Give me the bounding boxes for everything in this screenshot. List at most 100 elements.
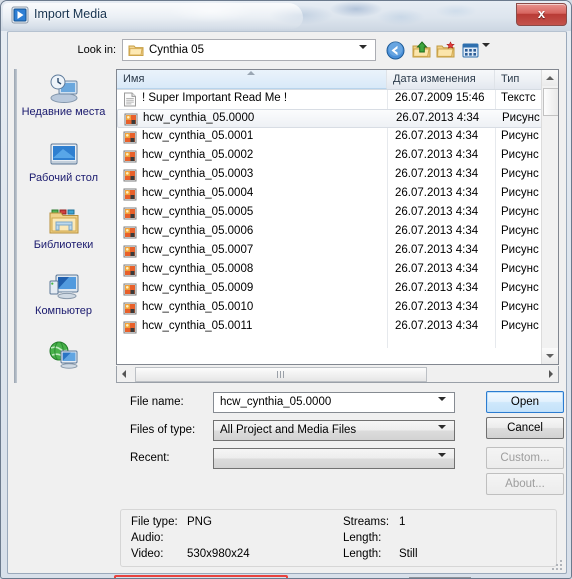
scroll-down-button[interactable] <box>542 348 558 364</box>
image-file-icon <box>123 206 137 221</box>
cancel-button[interactable]: Cancel <box>486 417 564 439</box>
file-name-value: hcw_cynthia_05.0000 <box>220 396 332 408</box>
info-length-video-value: Still <box>399 548 418 560</box>
file-type: Рисунс <box>501 263 539 275</box>
custom-button[interactable]: Custom... <box>486 447 564 469</box>
table-row[interactable]: hcw_cynthia_05.0004 26.07.2013 4:34 Рису… <box>117 185 543 204</box>
info-video-label: Video: <box>131 548 164 560</box>
image-file-icon <box>123 244 137 259</box>
table-row[interactable]: hcw_cynthia_05.0002 26.07.2013 4:34 Рису… <box>117 147 543 166</box>
close-button[interactable]: x <box>516 3 567 26</box>
table-row[interactable]: hcw_cynthia_05.0009 26.07.2013 4:34 Рису… <box>117 280 543 299</box>
sidebar-item-label: Библиотеки <box>33 239 94 251</box>
image-file-icon <box>123 225 137 240</box>
file-name: ! Super Important Read Me ! <box>142 92 288 104</box>
recent-places-icon <box>47 73 81 105</box>
file-type: Рисунс <box>501 282 539 294</box>
sidebar-item-computer[interactable]: Компьютер <box>17 272 110 318</box>
info-length-audio-label: Length: <box>343 532 382 544</box>
file-type: Рисунс <box>501 149 539 161</box>
file-list-rows: ! Super Important Read Me ! 26.07.2009 1… <box>117 90 543 348</box>
info-streams-value: 1 <box>399 516 406 528</box>
info-length-video-label: Length: <box>343 548 382 560</box>
file-date: 26.07.2013 4:34 <box>395 168 479 180</box>
column-header-type[interactable]: Тип <box>495 70 543 89</box>
up-one-level-button[interactable] <box>412 41 431 60</box>
file-date: 26.07.2013 4:34 <box>395 149 479 161</box>
file-date: 26.07.2013 4:34 <box>395 320 479 332</box>
image-file-icon <box>123 301 137 316</box>
scroll-left-button[interactable] <box>117 366 133 381</box>
table-row[interactable]: hcw_cynthia_05.0008 26.07.2013 4:34 Рису… <box>117 261 543 280</box>
views-grid-icon[interactable] <box>461 41 480 60</box>
files-of-type-label: Files of type: <box>130 424 196 436</box>
about-button[interactable]: About... <box>486 473 564 495</box>
file-list-vertical-scrollbar[interactable] <box>541 70 558 364</box>
sidebar-item-label: Компьютер <box>35 305 92 317</box>
open-button[interactable]: Open <box>486 391 564 413</box>
chevron-down-icon[interactable] <box>438 453 446 469</box>
column-header-name[interactable]: Имя <box>117 70 387 89</box>
table-row[interactable]: hcw_cynthia_05.0007 26.07.2013 4:34 Рису… <box>117 242 543 261</box>
file-name: hcw_cynthia_05.0008 <box>142 263 254 275</box>
file-name: hcw_cynthia_05.0002 <box>142 149 254 161</box>
file-name: hcw_cynthia_05.0001 <box>142 130 254 142</box>
table-row[interactable]: hcw_cynthia_05.0011 26.07.2013 4:34 Рису… <box>117 318 543 337</box>
table-row[interactable]: ! Super Important Read Me ! 26.07.2009 1… <box>117 90 543 109</box>
title-bar: Import Media x <box>1 1 571 31</box>
column-header-date[interactable]: Дата изменения <box>387 70 495 89</box>
vertical-scroll-thumb[interactable] <box>543 88 558 116</box>
text-file-icon <box>123 92 137 107</box>
file-name-input[interactable]: hcw_cynthia_05.0000 <box>213 392 455 413</box>
file-type: Рисунс <box>501 130 539 142</box>
chevron-down-icon[interactable] <box>438 425 446 441</box>
file-type: Рисунс <box>501 206 539 218</box>
table-row[interactable]: hcw_cynthia_05.0010 26.07.2013 4:34 Рису… <box>117 299 543 318</box>
file-name: hcw_cynthia_05.0011 <box>142 320 253 332</box>
file-date: 26.07.2013 4:34 <box>395 206 479 218</box>
table-row[interactable]: hcw_cynthia_05.0006 26.07.2013 4:34 Рису… <box>117 223 543 242</box>
file-date: 26.07.2013 4:34 <box>395 282 479 294</box>
chevron-up-icon <box>546 76 554 80</box>
file-list-horizontal-scrollbar[interactable] <box>116 366 559 383</box>
file-type: Рисунс <box>501 244 539 256</box>
new-folder-button[interactable] <box>436 41 455 60</box>
chevron-down-icon[interactable] <box>438 397 446 413</box>
computer-icon <box>47 272 81 304</box>
image-file-icon <box>123 282 137 297</box>
file-name: hcw_cynthia_05.0007 <box>142 244 254 256</box>
scroll-up-button[interactable] <box>542 70 558 86</box>
sidebar-item-network[interactable] <box>17 339 110 372</box>
table-row[interactable]: hcw_cynthia_05.0001 26.07.2013 4:34 Рису… <box>117 128 543 147</box>
file-name-label: File name: <box>130 396 184 408</box>
sidebar-item-label: Недавние места <box>21 106 106 118</box>
horizontal-scroll-thumb[interactable] <box>135 367 427 382</box>
table-row[interactable]: hcw_cynthia_05.0003 26.07.2013 4:34 Рису… <box>117 166 543 185</box>
recent-label: Recent: <box>130 452 170 464</box>
media-info-panel: File type: PNG Audio: Video: 530x980x24 … <box>120 509 557 567</box>
look-in-combo[interactable]: Cynthia 05 <box>122 39 376 61</box>
image-file-icon <box>123 130 137 145</box>
file-type: Рисунс <box>501 168 539 180</box>
back-button[interactable] <box>386 41 405 60</box>
sidebar-item-recent-places[interactable]: Недавние места <box>17 73 110 119</box>
sidebar-item-libraries[interactable]: Библиотеки <box>17 206 110 252</box>
views-chevron-down-icon[interactable] <box>482 43 490 59</box>
file-name: hcw_cynthia_05.0010 <box>142 301 254 313</box>
desktop-icon <box>47 139 81 171</box>
file-name: hcw_cynthia_05.0003 <box>142 168 254 180</box>
file-type: Рисунс <box>502 112 540 124</box>
sidebar-item-desktop[interactable]: Рабочий стол <box>17 139 110 185</box>
files-of-type-select[interactable]: All Project and Media Files <box>213 420 455 441</box>
table-row[interactable]: hcw_cynthia_05.0005 26.07.2013 4:34 Рису… <box>117 204 543 223</box>
file-list[interactable]: Имя Дата изменения Тип ! Super Important… <box>116 69 559 365</box>
table-row[interactable]: hcw_cynthia_05.0000 26.07.2013 4:34 Рису… <box>117 109 543 128</box>
chevron-down-icon <box>359 45 367 61</box>
recent-select[interactable] <box>213 448 455 469</box>
scroll-right-button[interactable] <box>542 366 558 381</box>
files-of-type-value: All Project and Media Files <box>220 424 357 436</box>
info-streams-label: Streams: <box>343 516 390 528</box>
media-play-icon <box>11 6 29 24</box>
file-name: hcw_cynthia_05.0000 <box>143 112 255 124</box>
resize-grip-icon[interactable] <box>552 560 562 570</box>
